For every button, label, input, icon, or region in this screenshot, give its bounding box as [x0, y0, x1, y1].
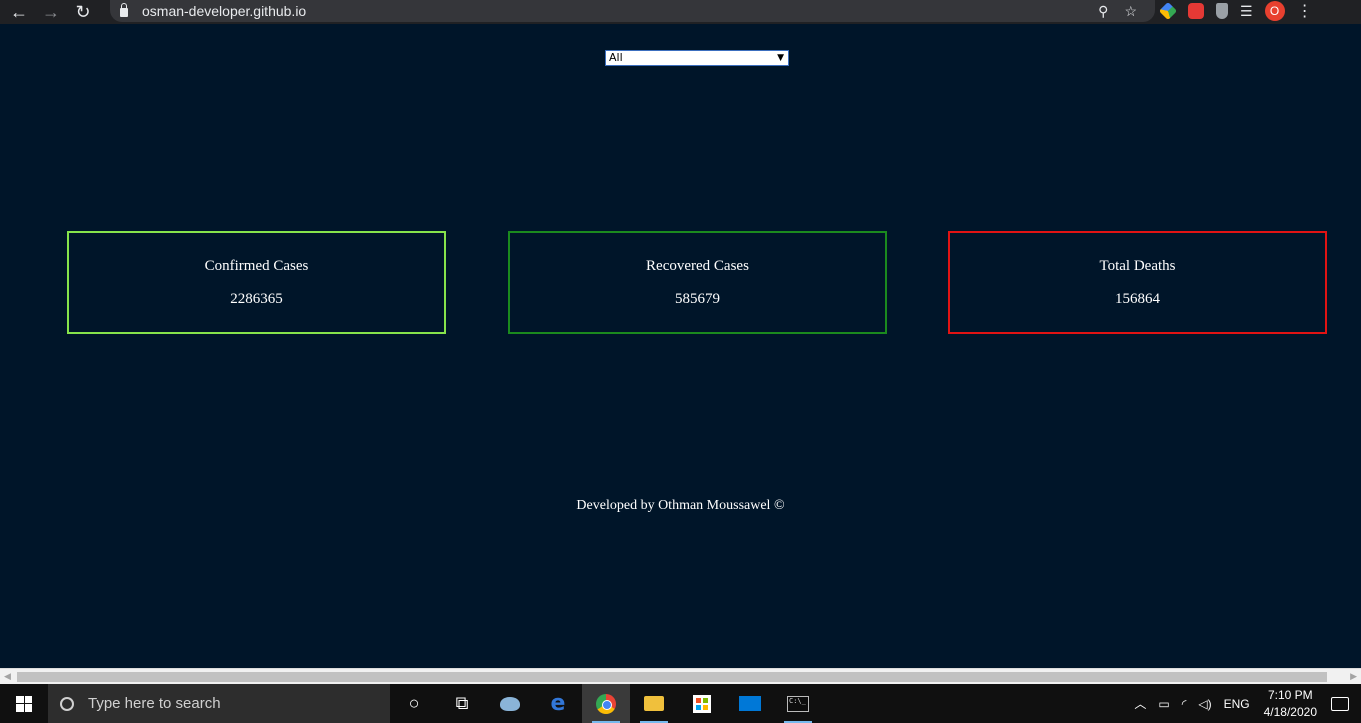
- card-value: 2286365: [230, 291, 283, 307]
- task-view-icon[interactable]: ⧉: [438, 684, 486, 723]
- search-icon: [60, 696, 74, 711]
- store-icon[interactable]: [678, 684, 726, 723]
- notification-icon[interactable]: [1331, 696, 1349, 711]
- card-value: 585679: [675, 291, 720, 307]
- clock-date: 4/18/2020: [1263, 704, 1317, 719]
- zoom-icon[interactable]: ⚲: [1098, 3, 1108, 20]
- profile-avatar[interactable]: O: [1264, 1, 1285, 21]
- chevron-up-icon[interactable]: ︿: [1134, 695, 1146, 712]
- taskbar: Type here to search ○ ⧉ e C:\_ ︿ ▭ ◜ ◁) …: [0, 684, 1361, 723]
- windows-icon: [16, 695, 32, 712]
- mail-icon[interactable]: [726, 684, 774, 723]
- card-title: Recovered Cases: [646, 258, 749, 274]
- lock-icon: [120, 3, 128, 17]
- system-tray: ︿ ▭ ◜ ◁) ENG 7:10 PM 4/18/2020: [1128, 684, 1361, 723]
- media-queue-icon[interactable]: ☰: [1240, 3, 1253, 20]
- terminal-icon[interactable]: C:\_: [774, 684, 822, 723]
- wifi-icon[interactable]: ◜: [1182, 697, 1187, 711]
- country-select-value: All: [609, 51, 623, 64]
- back-icon[interactable]: ←: [6, 2, 32, 22]
- file-explorer-icon[interactable]: [630, 684, 678, 723]
- recovered-cases-card: Recovered Cases 585679: [508, 231, 887, 334]
- menu-dots-icon[interactable]: ⋮: [1297, 1, 1313, 21]
- page-body: All ▼ Confirmed Cases 2286365 Recovered …: [0, 24, 1361, 668]
- edge-icon[interactable]: e: [534, 684, 582, 723]
- search-placeholder: Type here to search: [88, 695, 221, 712]
- country-select[interactable]: All ▼: [605, 50, 789, 66]
- star-icon[interactable]: ☆: [1124, 3, 1137, 20]
- shield-extension-icon[interactable]: [1216, 3, 1228, 19]
- card-title: Total Deaths: [1099, 258, 1176, 274]
- total-deaths-card: Total Deaths 156864: [948, 231, 1327, 334]
- taskbar-search[interactable]: Type here to search: [48, 684, 390, 723]
- confirmed-cases-card: Confirmed Cases 2286365: [67, 231, 446, 334]
- card-title: Confirmed Cases: [204, 258, 309, 274]
- chrome-icon[interactable]: [582, 684, 630, 723]
- clock-time: 7:10 PM: [1267, 687, 1313, 702]
- scroll-left-icon[interactable]: ◀: [4, 671, 11, 682]
- chevron-down-icon: ▼: [777, 53, 784, 63]
- url-text[interactable]: osman-developer.github.io: [142, 3, 306, 19]
- app-bird-icon[interactable]: [486, 684, 534, 723]
- adblock-extension-icon[interactable]: [1188, 3, 1204, 19]
- scroll-right-icon[interactable]: ▶: [1350, 671, 1357, 682]
- reload-icon[interactable]: ↻: [70, 2, 96, 22]
- browser-toolbar: ← → ↻ osman-developer.github.io ⚲ ☆ ☰ O …: [0, 0, 1361, 24]
- forward-icon[interactable]: →: [38, 2, 64, 22]
- language-indicator[interactable]: ENG: [1224, 697, 1250, 711]
- battery-icon[interactable]: ▭: [1158, 697, 1169, 711]
- volume-icon[interactable]: ◁): [1198, 697, 1211, 711]
- footer-credit: Developed by Othman Moussawel ©: [576, 498, 785, 513]
- address-bar[interactable]: osman-developer.github.io ⚲ ☆: [110, 0, 1155, 22]
- scrollbar-thumb[interactable]: [17, 672, 1327, 682]
- cortana-icon[interactable]: ○: [390, 684, 438, 723]
- start-button[interactable]: [0, 684, 48, 723]
- horizontal-scrollbar[interactable]: ◀ ▶: [0, 668, 1361, 684]
- drive-extension-icon[interactable]: [1158, 1, 1178, 21]
- clock[interactable]: 7:10 PM 4/18/2020: [1264, 687, 1317, 721]
- card-value: 156864: [1115, 291, 1160, 307]
